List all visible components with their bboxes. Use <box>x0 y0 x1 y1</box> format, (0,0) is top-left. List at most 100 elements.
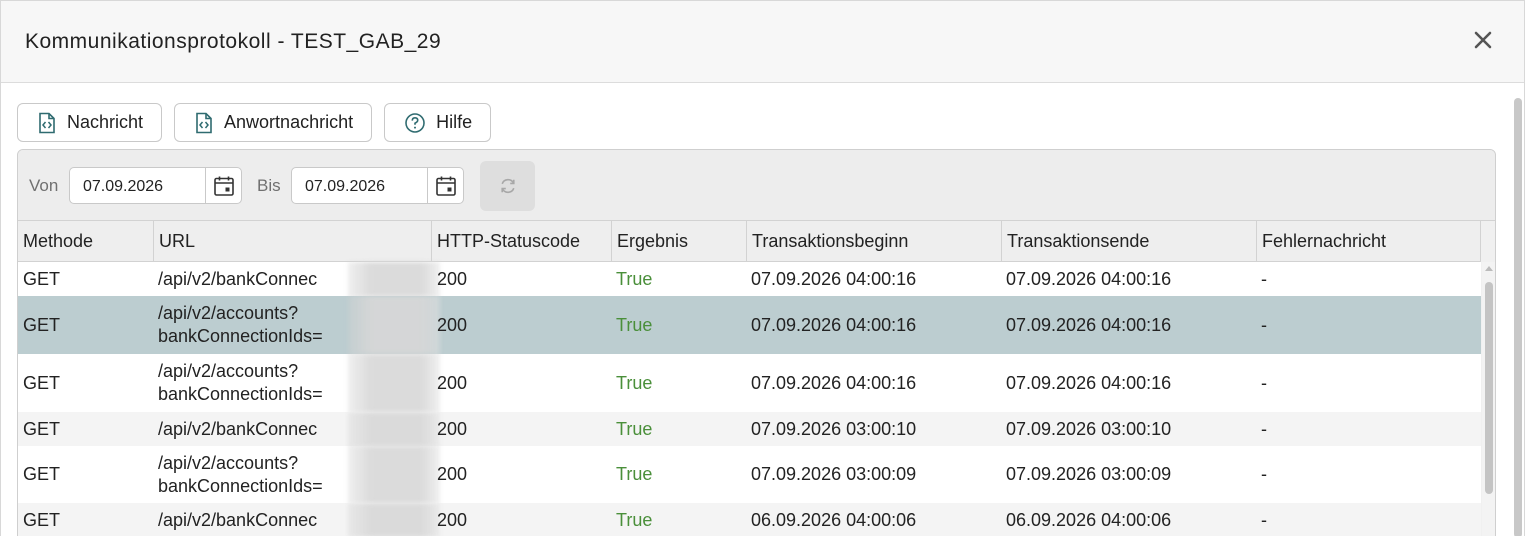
error-cell: - <box>1261 418 1267 439</box>
url-cell: /api/v2/bankConnec <box>158 418 318 439</box>
message-button[interactable]: Nachricht <box>17 103 163 142</box>
url-cell: /api/v2/accounts? bankConnectionIds= <box>153 446 323 503</box>
help-button[interactable]: Hilfe <box>384 103 492 142</box>
table-row[interactable]: GET /api/v2/bankConnec 200 True 06.09.20… <box>18 503 1481 536</box>
code-file-icon <box>39 112 55 133</box>
url-line-1: /api/v2/accounts? <box>158 303 299 323</box>
column-header-error[interactable]: Fehlernachricht <box>1257 221 1481 262</box>
calendar-icon[interactable] <box>427 168 463 203</box>
url-line-2: bankConnectionIds= <box>158 475 323 496</box>
result-cell: True <box>616 418 653 439</box>
help-button-label: Hilfe <box>436 112 473 132</box>
start-cell: 07.09.2026 04:00:16 <box>751 372 917 393</box>
result-cell: True <box>616 372 653 393</box>
table-header: Methode URL HTTP-Statuscode Ergebnis Tra… <box>18 221 1481 262</box>
redacted-area <box>348 412 440 446</box>
from-label: Von <box>29 176 59 195</box>
table-row[interactable]: GET /api/v2/bankConnec 200 True 07.09.20… <box>18 412 1481 446</box>
start-cell: 07.09.2026 04:00:16 <box>751 314 917 335</box>
result-cell: True <box>616 509 653 530</box>
method-cell: GET <box>23 418 61 439</box>
dialog-title: Kommunikationsprotokoll - TEST_GAB_29 <box>25 30 442 53</box>
status-cell: 200 <box>437 509 468 530</box>
start-cell: 07.09.2026 04:00:16 <box>751 268 917 289</box>
dialog: Kommunikationsprotokoll - TEST_GAB_29 Na… <box>0 0 1525 536</box>
from-date-value: 07.09.2026 <box>83 178 164 195</box>
result-cell: True <box>616 464 653 484</box>
method-cell: GET <box>23 372 61 393</box>
result-cell: True <box>616 314 653 335</box>
help-circle-icon <box>405 112 425 133</box>
method-cell: GET <box>23 268 61 289</box>
response-message-button-label: Anwortnachricht <box>224 112 354 132</box>
table-row[interactable]: GET /api/v2/accounts? bankConnectionIds=… <box>18 296 1481 354</box>
url-line-1: /api/v2/accounts? <box>158 452 299 473</box>
close-icon[interactable] <box>1472 29 1494 51</box>
code-file-icon <box>196 112 212 133</box>
column-header-start[interactable]: Transaktionsbeginn <box>747 221 1002 262</box>
table-row[interactable]: GET /api/v2/accounts? bankConnectionIds=… <box>18 446 1481 503</box>
url-cell: /api/v2/accounts? bankConnectionIds= <box>153 296 323 354</box>
column-header-status[interactable]: HTTP-Statuscode <box>432 221 612 262</box>
redacted-area <box>348 503 440 536</box>
redacted-area <box>348 446 440 503</box>
dialog-scrollbar[interactable] <box>1513 86 1523 536</box>
start-cell: 07.09.2026 03:00:09 <box>751 464 917 484</box>
end-cell: 07.09.2026 04:00:16 <box>1006 268 1172 289</box>
dialog-header: Kommunikationsprotokoll - TEST_GAB_29 <box>1 0 1524 83</box>
result-cell: True <box>616 268 653 289</box>
table-row[interactable]: GET /api/v2/accounts? bankConnectionIds=… <box>18 354 1481 412</box>
url-line-2: bankConnectionIds= <box>158 326 323 346</box>
from-date-field[interactable]: 07.09.2026 <box>69 167 242 204</box>
response-message-button[interactable]: Anwortnachricht <box>174 103 373 142</box>
status-cell: 200 <box>437 372 468 393</box>
column-header-url[interactable]: URL <box>154 221 432 262</box>
column-header-result[interactable]: Ergebnis <box>612 221 747 262</box>
redacted-area <box>348 354 440 412</box>
method-cell: GET <box>23 509 61 530</box>
error-cell: - <box>1261 509 1267 530</box>
status-cell: 200 <box>437 464 468 484</box>
message-button-label: Nachricht <box>67 112 144 132</box>
url-line-1: /api/v2/accounts? <box>158 361 299 381</box>
date-filter-bar: Von 07.09.2026 Bis 07.09.2026 <box>18 150 1495 221</box>
refresh-icon <box>500 178 515 194</box>
end-cell: 07.09.2026 03:00:10 <box>1006 418 1172 439</box>
protocol-panel: Von 07.09.2026 Bis 07.09.2026 Methode UR… <box>17 149 1496 536</box>
status-cell: 200 <box>437 418 468 439</box>
dialog-scrollbar-thumb[interactable] <box>1514 98 1522 536</box>
url-cell: /api/v2/bankConnec <box>158 509 318 530</box>
table-scrollbar[interactable] <box>1482 262 1495 536</box>
to-date-value: 07.09.2026 <box>305 178 386 195</box>
end-cell: 07.09.2026 03:00:09 <box>1006 464 1172 484</box>
end-cell: 07.09.2026 04:00:16 <box>1006 314 1172 335</box>
status-cell: 200 <box>437 314 468 335</box>
error-cell: - <box>1261 268 1267 289</box>
refresh-button[interactable] <box>480 161 535 211</box>
column-header-end[interactable]: Transaktionsende <box>1002 221 1257 262</box>
method-cell: GET <box>23 464 61 484</box>
redacted-area <box>348 296 440 354</box>
url-line-2: bankConnectionIds= <box>158 384 323 404</box>
calendar-icon[interactable] <box>205 168 241 203</box>
table-row[interactable]: GET /api/v2/bankConnec 200 True 07.09.20… <box>18 262 1481 296</box>
end-cell: 06.09.2026 04:00:06 <box>1006 509 1172 530</box>
toolbar: Nachricht Anwortnachricht Hilfe <box>17 103 492 142</box>
error-cell: - <box>1261 372 1267 393</box>
to-date-field[interactable]: 07.09.2026 <box>291 167 464 204</box>
end-cell: 07.09.2026 04:00:16 <box>1006 372 1172 393</box>
scroll-up-icon[interactable] <box>1485 266 1493 271</box>
url-cell: /api/v2/accounts? bankConnectionIds= <box>153 354 323 412</box>
to-label: Bis <box>257 176 281 195</box>
url-cell: /api/v2/bankConnec <box>158 268 318 289</box>
method-cell: GET <box>23 314 61 335</box>
table-scrollbar-thumb[interactable] <box>1485 282 1493 494</box>
status-cell: 200 <box>437 268 468 289</box>
error-cell: - <box>1261 464 1267 484</box>
column-header-method[interactable]: Methode <box>18 221 154 262</box>
redacted-area <box>348 262 440 296</box>
start-cell: 07.09.2026 03:00:10 <box>751 418 917 439</box>
error-cell: - <box>1261 314 1267 335</box>
table-body: GET /api/v2/bankConnec 200 True 07.09.20… <box>18 262 1481 536</box>
start-cell: 06.09.2026 04:00:06 <box>751 509 917 530</box>
